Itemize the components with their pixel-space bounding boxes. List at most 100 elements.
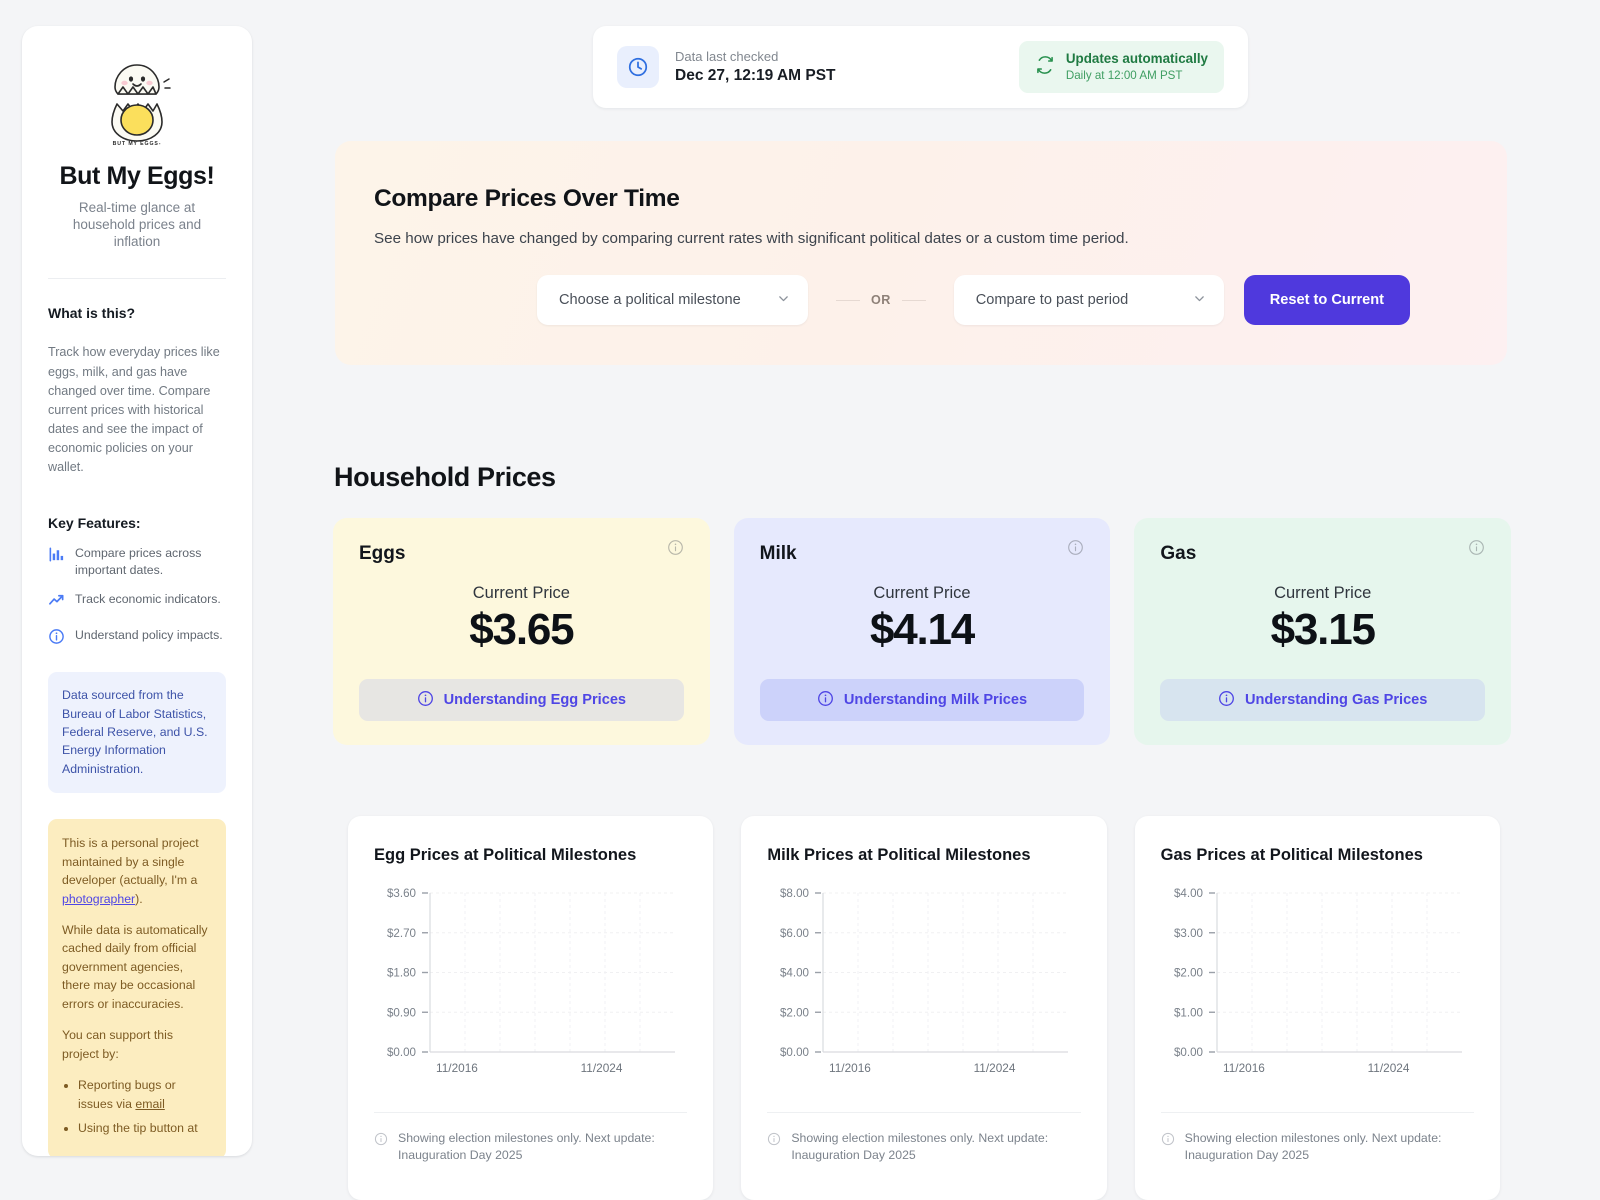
disclaimer-note: This is a personal project maintained by… bbox=[48, 819, 226, 1156]
past-period-select-value: Compare to past period bbox=[975, 292, 1129, 308]
svg-text:$6.00: $6.00 bbox=[780, 927, 809, 940]
clock-icon bbox=[617, 46, 659, 88]
update-sub-label: Daily at 12:00 AM PST bbox=[1065, 69, 1183, 83]
chart-card-grid: Egg Prices at Political Milestones $3.60… bbox=[348, 816, 1500, 1200]
feature-label: Track economic indicators. bbox=[75, 592, 221, 607]
price-card-title: Eggs bbox=[359, 543, 406, 564]
chevron-down-icon bbox=[1175, 292, 1206, 309]
reset-to-current-button[interactable]: Reset to Current bbox=[1243, 275, 1411, 325]
price-card-header: Milk bbox=[759, 540, 1085, 565]
chart-title: Gas Prices at Political Milestones bbox=[1160, 846, 1423, 864]
refresh-icon bbox=[1035, 55, 1055, 80]
understanding-milk-prices-label: Understanding Milk Prices bbox=[843, 692, 1028, 708]
price-card-eggs: Eggs Current Price $3.65 Understanding E… bbox=[333, 518, 710, 745]
svg-text:$3.60: $3.60 bbox=[387, 887, 416, 900]
svg-text:$0.00: $0.00 bbox=[780, 1046, 809, 1059]
price-card-grid: Eggs Current Price $3.65 Understanding E… bbox=[333, 518, 1512, 745]
understanding-gas-prices-button[interactable]: Understanding Gas Prices bbox=[1160, 679, 1486, 721]
price-card-header: Eggs bbox=[359, 540, 684, 565]
disclaimer-paragraph-2: While data is automatically cached daily… bbox=[62, 923, 208, 1011]
email-link[interactable]: email bbox=[135, 1097, 164, 1111]
info-circle-icon bbox=[374, 1132, 388, 1164]
features-heading: Key Features: bbox=[48, 515, 141, 532]
svg-text:$3.00: $3.00 bbox=[1174, 927, 1203, 940]
disclaimer-p1-before: This is a personal project maintained by… bbox=[62, 836, 199, 888]
svg-text:$1.00: $1.00 bbox=[1174, 1006, 1203, 1019]
understanding-egg-prices-label: Understanding Egg Prices bbox=[443, 692, 627, 708]
info-circle-icon bbox=[48, 628, 65, 650]
svg-text:$0.90: $0.90 bbox=[387, 1006, 416, 1019]
support-bullet: Using the tip button at bbox=[78, 1119, 212, 1137]
current-price-value: $3.15 bbox=[1270, 605, 1376, 654]
status-badge: Updates automatically Daily at 12:00 AM … bbox=[1018, 40, 1224, 94]
or-label: OR bbox=[871, 293, 891, 307]
chart-plot-area[interactable]: $3.60 $2.70 $1.80 $0.90 $0.00 11/2016 11/2024 bbox=[374, 885, 687, 1090]
chart-card-milk: Milk Prices at Political Milestones $8.0… bbox=[741, 816, 1107, 1200]
feature-item: Track economic indicators. bbox=[48, 591, 226, 614]
support-bullet-text: Using the tip button at bbox=[78, 1120, 198, 1135]
political-milestone-select-value: Choose a political milestone bbox=[559, 292, 741, 308]
app-root: BUT MY EGGS- But My Eggs! Real-time glan… bbox=[0, 0, 1600, 1200]
chart-card-gas: Gas Prices at Political Milestones $4.00… bbox=[1134, 816, 1500, 1200]
chart-footnote-text: Showing election milestones only. Next u… bbox=[398, 1131, 655, 1163]
chart-plot-area[interactable]: $8.00 $6.00 $4.00 $2.00 $0.00 11/2016 11/2024 bbox=[767, 885, 1080, 1090]
chart-title: Egg Prices at Political Milestones bbox=[374, 846, 637, 864]
price-card-title: Milk bbox=[759, 543, 797, 564]
svg-text:$2.00: $2.00 bbox=[1174, 967, 1203, 980]
page-title: But My Eggs! bbox=[59, 162, 215, 190]
political-milestone-select[interactable]: Choose a political milestone bbox=[537, 275, 808, 325]
chart-footnote: Showing election milestones only. Next u… bbox=[767, 1112, 1081, 1164]
photographer-link[interactable]: photographer bbox=[62, 892, 135, 906]
info-circle-icon bbox=[767, 1132, 781, 1164]
status-text-group: Data last checked Dec 27, 12:19 AM PST bbox=[675, 49, 836, 86]
understanding-egg-prices-button[interactable]: Understanding Egg Prices bbox=[359, 679, 684, 721]
current-price-value: $3.65 bbox=[469, 605, 574, 654]
or-line-right bbox=[901, 299, 926, 301]
current-price-label: Current Price bbox=[472, 584, 570, 602]
cracked-egg-logo-icon: BUT MY EGGS- bbox=[111, 64, 171, 146]
understanding-gas-prices-label: Understanding Gas Prices bbox=[1244, 692, 1428, 708]
info-circle-icon bbox=[417, 690, 434, 711]
household-prices-heading: Household Prices bbox=[334, 462, 556, 492]
price-card-header: Gas bbox=[1160, 540, 1485, 565]
svg-text:$4.00: $4.00 bbox=[780, 967, 809, 980]
sidebar: BUT MY EGGS- But My Eggs! Real-time glan… bbox=[22, 26, 252, 1156]
chart-plot-area[interactable]: $4.00 $3.00 $2.00 $1.00 $0.00 11/2016 11/2024 bbox=[1161, 885, 1474, 1090]
info-circle-icon bbox=[817, 690, 834, 711]
chart-title: Milk Prices at Political Milestones bbox=[767, 846, 1031, 864]
svg-text:$0.00: $0.00 bbox=[387, 1046, 416, 1059]
or-line-left bbox=[836, 299, 860, 301]
svg-text:11/2024: 11/2024 bbox=[974, 1061, 1016, 1075]
current-price-label: Current Price bbox=[873, 584, 971, 602]
svg-text:11/2016: 11/2016 bbox=[1223, 1061, 1265, 1075]
about-heading: What is this? bbox=[48, 305, 136, 322]
or-separator: OR bbox=[836, 293, 926, 307]
svg-text:11/2016: 11/2016 bbox=[436, 1061, 478, 1075]
info-circle-icon bbox=[1218, 690, 1235, 711]
chevron-down-icon bbox=[759, 292, 790, 309]
info-circle-icon[interactable] bbox=[667, 539, 684, 561]
feature-item: Compare prices across important dates. bbox=[48, 545, 226, 578]
status-timestamp: Dec 27, 12:19 AM PST bbox=[675, 67, 836, 85]
compare-prices-panel: Compare Prices Over Time See how prices … bbox=[335, 141, 1507, 365]
past-period-select[interactable]: Compare to past period bbox=[953, 275, 1224, 325]
feature-label: Compare prices across important dates. bbox=[75, 546, 202, 577]
svg-text:$8.00: $8.00 bbox=[780, 887, 809, 900]
sidebar-divider bbox=[48, 278, 226, 280]
info-circle-icon[interactable] bbox=[1468, 539, 1485, 561]
svg-text:$1.80: $1.80 bbox=[387, 967, 416, 980]
disclaimer-p1-after: ). bbox=[135, 891, 143, 906]
brand-logo: BUT MY EGGS- bbox=[48, 60, 226, 146]
disclaimer-paragraph-3: You can support this project by: bbox=[62, 1028, 173, 1061]
svg-text:11/2024: 11/2024 bbox=[581, 1061, 623, 1075]
disclaimer-paragraph-1: This is a personal project maintained by… bbox=[62, 834, 212, 908]
status-bar: Data last checked Dec 27, 12:19 AM PST U… bbox=[593, 26, 1248, 108]
brand-subtitle: Real-time glance at household prices and… bbox=[72, 200, 202, 250]
understanding-milk-prices-button[interactable]: Understanding Milk Prices bbox=[759, 679, 1085, 721]
feature-label: Understand policy impacts. bbox=[75, 628, 223, 643]
info-circle-icon[interactable] bbox=[1067, 539, 1084, 561]
update-main-label: Updates automatically bbox=[1065, 50, 1208, 66]
compare-description: See how prices have changed by comparing… bbox=[374, 230, 1129, 247]
chart-footnote-text: Showing election milestones only. Next u… bbox=[791, 1131, 1049, 1163]
svg-text:$2.00: $2.00 bbox=[780, 1006, 809, 1019]
